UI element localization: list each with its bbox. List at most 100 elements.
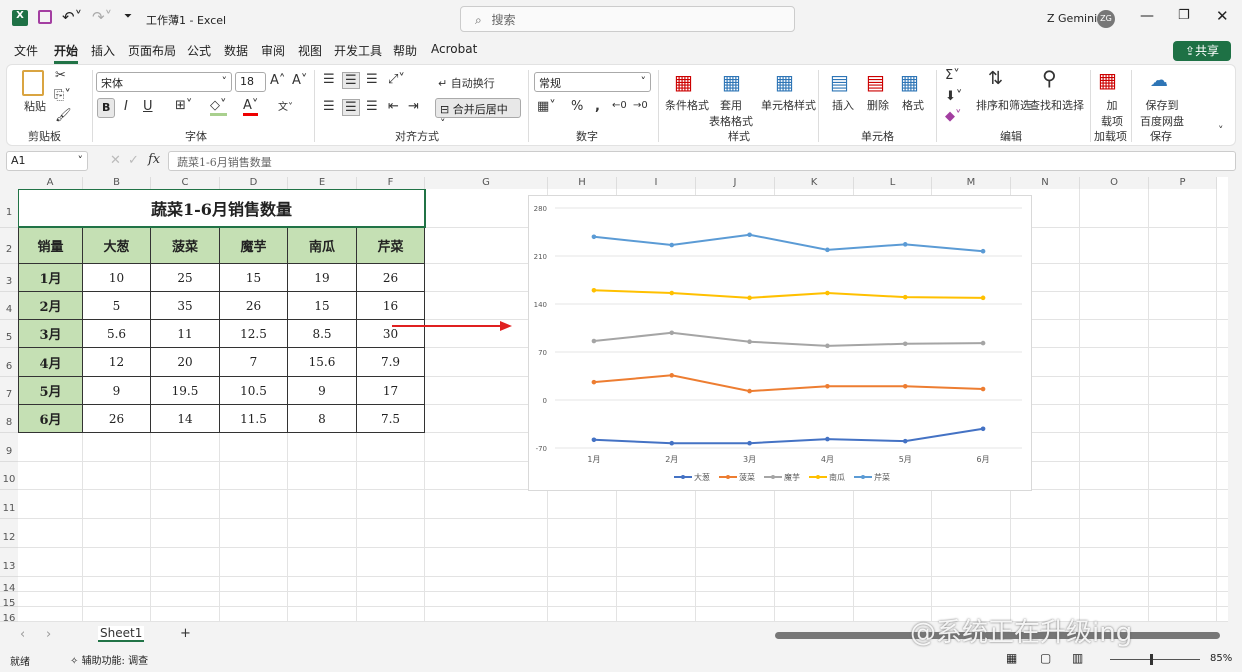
- row-header[interactable]: 5: [0, 320, 18, 348]
- row-header[interactable]: 6: [0, 348, 18, 377]
- table-cell[interactable]: 9: [83, 377, 151, 405]
- menu-developer[interactable]: 开发工具: [334, 42, 382, 59]
- menu-insert[interactable]: 插入: [91, 42, 115, 59]
- enter-icon[interactable]: ✓: [128, 153, 139, 168]
- table-cell[interactable]: 16: [357, 292, 425, 320]
- zoom-level[interactable]: 85%: [1210, 653, 1232, 664]
- increase-decimal-icon[interactable]: ←0: [612, 100, 627, 111]
- row-label[interactable]: 4月: [18, 348, 83, 377]
- table-cell[interactable]: 5.6: [83, 320, 151, 348]
- restore-button[interactable]: ❐: [1178, 8, 1190, 23]
- close-button[interactable]: ✕: [1216, 7, 1229, 25]
- align-left-icon[interactable]: ☰: [323, 99, 335, 114]
- formula-input[interactable]: 蔬菜1-6月销售数量: [168, 151, 1236, 171]
- cut-icon[interactable]: ✂: [55, 68, 66, 83]
- table-cell[interactable]: 12: [83, 348, 151, 377]
- column-header[interactable]: L: [854, 177, 932, 189]
- menu-acrobat[interactable]: Acrobat: [431, 42, 477, 56]
- find-select-button[interactable]: 查找和选择: [1029, 97, 1084, 113]
- font-name-select[interactable]: 宋体 ˅: [96, 72, 232, 92]
- table-cell[interactable]: 15: [220, 264, 288, 292]
- table-cell[interactable]: 10: [83, 264, 151, 292]
- avatar[interactable]: ZG: [1097, 10, 1115, 28]
- column-header[interactable]: E: [288, 177, 357, 189]
- table-cell[interactable]: 8: [288, 405, 357, 433]
- table-cell[interactable]: 20: [151, 348, 220, 377]
- table-cell[interactable]: 26: [220, 292, 288, 320]
- redo-icon[interactable]: ↷˅: [92, 8, 112, 26]
- insert-cells-button[interactable]: 插入: [832, 97, 854, 113]
- decrease-decimal-icon[interactable]: →0: [633, 100, 648, 111]
- column-header[interactable]: O: [1080, 177, 1149, 189]
- percent-icon[interactable]: %: [571, 99, 583, 114]
- row-label[interactable]: 6月: [18, 405, 83, 433]
- align-right-icon[interactable]: ☰: [366, 99, 378, 114]
- row-label[interactable]: 1月: [18, 264, 83, 292]
- number-format-select[interactable]: 常规 ˅: [534, 72, 651, 92]
- table-cell[interactable]: 9: [288, 377, 357, 405]
- table-cell[interactable]: 5: [83, 292, 151, 320]
- table-cell[interactable]: 8.5: [288, 320, 357, 348]
- table-cell[interactable]: 11: [151, 320, 220, 348]
- table-cell[interactable]: 25: [151, 264, 220, 292]
- fill-color-icon[interactable]: ◇˅: [210, 98, 227, 116]
- font-color-icon[interactable]: A˅: [243, 98, 259, 116]
- menu-file[interactable]: 文件: [14, 42, 38, 59]
- table-cell[interactable]: 12.5: [220, 320, 288, 348]
- format-painter-icon[interactable]: 🖌: [55, 108, 72, 123]
- customize-qat-icon[interactable]: ⏷: [124, 11, 132, 22]
- cancel-icon[interactable]: ✕: [110, 153, 121, 168]
- table-cell[interactable]: 26: [357, 264, 425, 292]
- page-layout-view-icon[interactable]: ▢: [1040, 651, 1051, 665]
- row-header[interactable]: 11: [0, 490, 18, 519]
- column-header[interactable]: J: [696, 177, 775, 189]
- accounting-icon[interactable]: ▦˅: [537, 99, 556, 114]
- increase-font-icon[interactable]: A˄: [270, 73, 285, 88]
- conditional-format-button[interactable]: 条件格式: [665, 97, 709, 113]
- name-box[interactable]: A1 ˅: [6, 151, 88, 171]
- next-sheet-icon[interactable]: ›: [46, 627, 51, 642]
- align-middle-icon[interactable]: ☰: [342, 72, 360, 89]
- row-label[interactable]: 2月: [18, 292, 83, 320]
- table-cell[interactable]: 15: [288, 292, 357, 320]
- format-cells-button[interactable]: 格式: [902, 97, 924, 113]
- row-header[interactable]: 2: [0, 228, 18, 264]
- row-header[interactable]: 1: [0, 189, 18, 228]
- decrease-font-icon[interactable]: A˅: [292, 73, 307, 88]
- column-header[interactable]: D: [220, 177, 288, 189]
- font-size-select[interactable]: 18: [235, 72, 266, 92]
- row-label[interactable]: 3月: [18, 320, 83, 348]
- comma-icon[interactable]: ,: [595, 99, 600, 114]
- line-chart[interactable]: 280 210 140 70 0 -70 1月 2月 3月 4月 5月 6月 大葱 菠菜 魔芋 南瓜 芹菜: [528, 195, 1032, 491]
- table-cell[interactable]: 26: [83, 405, 151, 433]
- menu-help[interactable]: 帮助: [393, 42, 417, 59]
- menu-home[interactable]: 开始: [54, 42, 79, 64]
- row-label[interactable]: 5月: [18, 377, 83, 405]
- page-break-view-icon[interactable]: ▥: [1072, 651, 1083, 665]
- paste-label[interactable]: 粘贴: [24, 98, 46, 114]
- orientation-icon[interactable]: ⤢˅: [388, 72, 405, 87]
- table-cell[interactable]: 19.5: [151, 377, 220, 405]
- column-header[interactable]: K: [775, 177, 854, 189]
- phonetic-icon[interactable]: 文˅: [278, 98, 293, 113]
- column-header[interactable]: G: [425, 177, 548, 189]
- table-cell[interactable]: 15.6: [288, 348, 357, 377]
- row-header[interactable]: 7: [0, 377, 18, 405]
- row-header[interactable]: 15: [0, 592, 18, 609]
- merge-center-button[interactable]: ⊟ 合并后居中 ˅: [435, 98, 521, 130]
- table-cell[interactable]: 11.5: [220, 405, 288, 433]
- row-header[interactable]: 10: [0, 462, 18, 490]
- italic-button[interactable]: I: [124, 99, 128, 114]
- row-header[interactable]: 8: [0, 405, 18, 433]
- table-cell[interactable]: 19: [288, 264, 357, 292]
- undo-icon[interactable]: ↶˅: [62, 8, 82, 26]
- align-center-icon[interactable]: ☰: [342, 99, 360, 116]
- column-header[interactable]: H: [548, 177, 617, 189]
- fill-icon[interactable]: ⬇˅: [945, 89, 962, 104]
- zoom-slider[interactable]: [1110, 654, 1200, 665]
- align-bottom-icon[interactable]: ☰: [366, 72, 378, 87]
- increase-indent-icon[interactable]: ⇥: [408, 99, 419, 114]
- format-as-table-button[interactable]: 套用 表格格式: [709, 97, 753, 129]
- table-cell[interactable]: 14: [151, 405, 220, 433]
- prev-sheet-icon[interactable]: ‹: [20, 627, 25, 642]
